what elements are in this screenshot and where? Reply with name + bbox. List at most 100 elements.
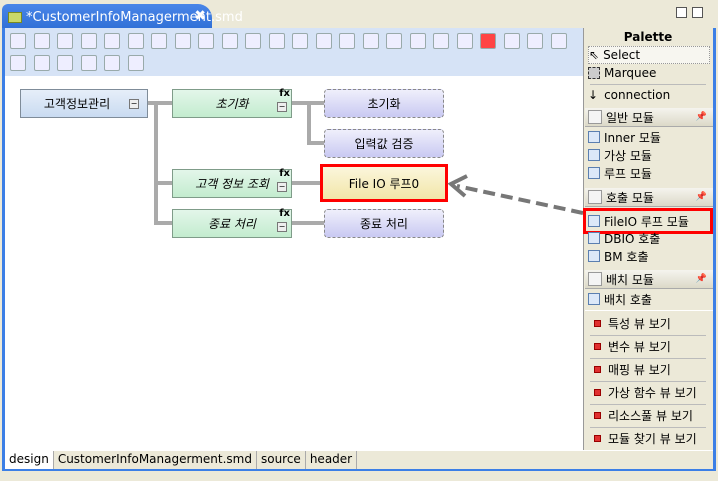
step-icon[interactable] <box>80 33 97 49</box>
dbio-icon <box>588 232 600 244</box>
palette-item[interactable]: Inner 모듈 <box>588 128 710 146</box>
drawer-label: 배치 모듈 <box>606 272 654 287</box>
item-label: BM 호출 <box>604 249 649 264</box>
close-tab-button[interactable]: ✖ <box>194 8 206 24</box>
copy3-icon[interactable] <box>292 33 308 49</box>
palette-item[interactable]: 루프 모듈 <box>588 164 710 182</box>
export-icon[interactable] <box>527 33 543 49</box>
smd-file-icon <box>8 12 22 23</box>
marquee-icon <box>588 67 600 79</box>
view-button[interactable]: 가상 함수 뷰 보기 <box>588 383 710 401</box>
palette-title: Palette <box>623 30 673 44</box>
zoom-in-icon[interactable] <box>80 55 97 71</box>
paste-icon[interactable] <box>456 33 473 49</box>
document-icon <box>588 293 600 305</box>
drawer-general-modules[interactable]: 일반 모듈 📌 <box>585 108 713 127</box>
maximize-button[interactable] <box>692 7 703 18</box>
view-button[interactable]: 모듈 찾기 뷰 보기 <box>588 429 710 447</box>
view-label: 특성 뷰 보기 <box>608 316 671 331</box>
list-icon[interactable] <box>503 33 520 49</box>
copy4-icon[interactable] <box>315 33 332 49</box>
diagram-canvas[interactable]: 고객정보관리 − 초기화 fx − 고객 정보 조회 fx − 종료 처리 fx… <box>5 76 583 450</box>
layout-icon[interactable] <box>57 55 73 71</box>
drawer-label: 일반 모듈 <box>606 110 654 125</box>
view-button[interactable]: 리소스풀 뷰 보기 <box>588 406 710 424</box>
red-square-icon <box>594 319 601 327</box>
tree-icon[interactable] <box>151 33 167 49</box>
move-icon[interactable] <box>10 33 26 49</box>
import-icon[interactable] <box>550 33 567 49</box>
item-label: FileIO 루프 모듈 <box>604 214 689 229</box>
red-square-icon <box>594 434 601 442</box>
palette-select-tool[interactable]: ⇖ Select <box>588 46 710 64</box>
sf-icon[interactable] <box>104 33 120 49</box>
palette-marquee-tool[interactable]: Marquee <box>588 64 710 82</box>
view-button[interactable]: 매핑 뷰 보기 <box>588 360 710 378</box>
arrow-icon: ⇖ <box>589 48 600 62</box>
search-icon[interactable] <box>362 33 379 49</box>
editor-tab[interactable]: *CustomerInfoManagerment.smd ✖ <box>2 4 243 30</box>
var-icon[interactable] <box>174 33 191 49</box>
fileio-loop-icon <box>588 215 600 227</box>
drag-arrow <box>447 174 583 215</box>
view-button[interactable]: 특성 뷰 보기 <box>588 314 710 332</box>
view-label: 리소스풀 뷰 보기 <box>608 408 693 423</box>
copy1-icon[interactable] <box>245 33 261 49</box>
toolbar <box>5 28 583 76</box>
editor-tab-title: *CustomerInfoManagerment.smd <box>26 10 243 25</box>
file-icon[interactable] <box>221 33 238 49</box>
palette-item[interactable]: 배치 호출 <box>588 290 710 308</box>
tool-label: connection <box>604 88 671 102</box>
drawer-batch-modules[interactable]: 배치 모듈 📌 <box>585 270 713 289</box>
binary-icon[interactable] <box>127 55 144 71</box>
redo-icon[interactable] <box>33 55 50 71</box>
pin-icon[interactable]: 📌 <box>696 112 707 122</box>
back-icon[interactable] <box>339 33 355 49</box>
tool-label: Marquee <box>604 66 657 80</box>
inner-module-icon <box>588 131 600 143</box>
db-icon[interactable] <box>386 33 402 49</box>
item-label: 배치 호출 <box>604 292 652 307</box>
item-label: DBIO 호출 <box>604 231 661 246</box>
item-label: 가상 모듈 <box>604 148 652 163</box>
red-square-icon <box>594 388 601 396</box>
route-icon[interactable] <box>33 33 50 49</box>
red-square-icon <box>594 342 601 350</box>
view-label: 변수 뷰 보기 <box>608 339 671 354</box>
palette-item[interactable]: 가상 모듈 <box>588 146 710 164</box>
red-square-icon <box>594 411 601 419</box>
bm-play-icon <box>588 250 600 262</box>
item-label: Inner 모듈 <box>604 130 661 145</box>
tab-source[interactable]: source <box>257 451 306 469</box>
tab-header[interactable]: header <box>306 451 358 469</box>
view-label: 모듈 찾기 뷰 보기 <box>608 431 697 446</box>
item-label: 루프 모듈 <box>604 166 652 181</box>
link-icon[interactable] <box>409 33 426 49</box>
loop-module-icon <box>588 167 600 179</box>
cancel-icon[interactable] <box>57 33 73 49</box>
bottom-tabs: design CustomerInfoManagerment.smd sourc… <box>5 451 713 469</box>
palette-item[interactable]: BM 호출 <box>588 247 710 265</box>
connection-arrow-icon: ↓ <box>588 88 599 102</box>
delete-icon[interactable] <box>480 33 496 49</box>
undo-icon[interactable] <box>10 55 26 71</box>
pin-icon[interactable]: 📌 <box>696 192 707 202</box>
drawer-toggle-icon <box>588 110 602 124</box>
tool-label: Select <box>603 48 641 62</box>
copy2-icon[interactable] <box>268 33 285 49</box>
palette-item[interactable]: DBIO 호출 <box>588 229 710 247</box>
frame-icon[interactable] <box>198 33 214 49</box>
tab-smd[interactable]: CustomerInfoManagerment.smd <box>54 451 257 469</box>
palette-connection-tool[interactable]: ↓ connection <box>588 86 710 104</box>
drawer-toggle-icon <box>588 272 602 286</box>
doc-icon[interactable] <box>433 33 449 49</box>
pin-icon[interactable]: 📌 <box>696 274 707 284</box>
module-icon[interactable] <box>127 33 144 49</box>
view-button[interactable]: 변수 뷰 보기 <box>588 337 710 355</box>
zoom-out-icon[interactable] <box>104 55 120 71</box>
view-label: 매핑 뷰 보기 <box>608 362 671 377</box>
tab-design[interactable]: design <box>5 451 54 469</box>
drawer-call-modules[interactable]: 호출 모듈 📌 <box>585 188 713 207</box>
drawer-label: 호출 모듈 <box>606 190 654 205</box>
minimize-button[interactable] <box>676 7 687 18</box>
